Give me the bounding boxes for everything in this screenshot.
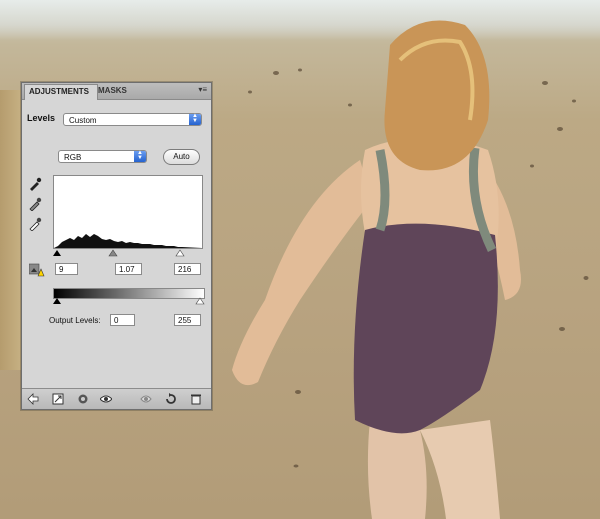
tab-masks[interactable]: MASKS	[94, 84, 131, 98]
panel-menu-icon[interactable]: ▾≡	[198, 85, 207, 94]
back-arrow-icon[interactable]	[27, 393, 39, 405]
panel-tab-bar: ADJUSTMENTS MASKS ▾≡	[22, 83, 211, 100]
expand-view-icon[interactable]	[52, 393, 64, 405]
preset-select[interactable]: Custom ▲ ▼	[63, 113, 202, 126]
clipping-warning-icon[interactable]	[29, 263, 45, 277]
reset-icon[interactable]	[165, 393, 177, 405]
adjustments-panel: ADJUSTMENTS MASKS ▾≡ Levels Custom ▲ ▼ RG…	[21, 82, 212, 410]
input-black-slider-handle	[53, 250, 61, 256]
output-white-slider-handle	[195, 297, 205, 305]
visibility-eye-icon[interactable]	[100, 393, 112, 405]
select-arrows-icon: ▲ ▼	[189, 113, 201, 125]
input-white-field[interactable]: 216	[174, 263, 201, 275]
output-levels-label: Output Levels:	[49, 316, 101, 325]
output-levels-slider[interactable]	[53, 297, 205, 305]
delete-trash-icon[interactable]	[190, 393, 202, 405]
adjustment-title: Levels	[27, 113, 56, 123]
input-levels-slider[interactable]	[53, 249, 203, 257]
output-black-field[interactable]: 0	[110, 314, 135, 326]
black-point-eyedropper-icon[interactable]	[28, 177, 42, 191]
output-black-slider-handle	[53, 298, 61, 304]
input-gamma-field[interactable]: 1.07	[115, 263, 142, 275]
select-arrows-icon: ▲ ▼	[134, 150, 146, 162]
input-gamma-slider-handle	[108, 249, 118, 257]
channel-value: RGB	[64, 153, 82, 162]
output-white-field[interactable]: 255	[174, 314, 201, 326]
histogram	[53, 175, 203, 249]
auto-button[interactable]: Auto	[163, 149, 200, 165]
previous-state-icon[interactable]	[140, 393, 152, 405]
channel-select[interactable]: RGB ▲ ▼	[58, 150, 147, 163]
input-white-slider-handle	[175, 249, 185, 257]
tab-adjustments[interactable]: ADJUSTMENTS	[24, 84, 98, 100]
white-point-eyedropper-icon[interactable]	[28, 217, 42, 231]
preset-value: Custom	[69, 116, 97, 125]
input-black-field[interactable]: 9	[55, 263, 78, 275]
gray-point-eyedropper-icon[interactable]	[28, 197, 42, 211]
panel-bottom-bar	[22, 388, 211, 409]
clip-to-layer-icon[interactable]	[77, 393, 89, 405]
